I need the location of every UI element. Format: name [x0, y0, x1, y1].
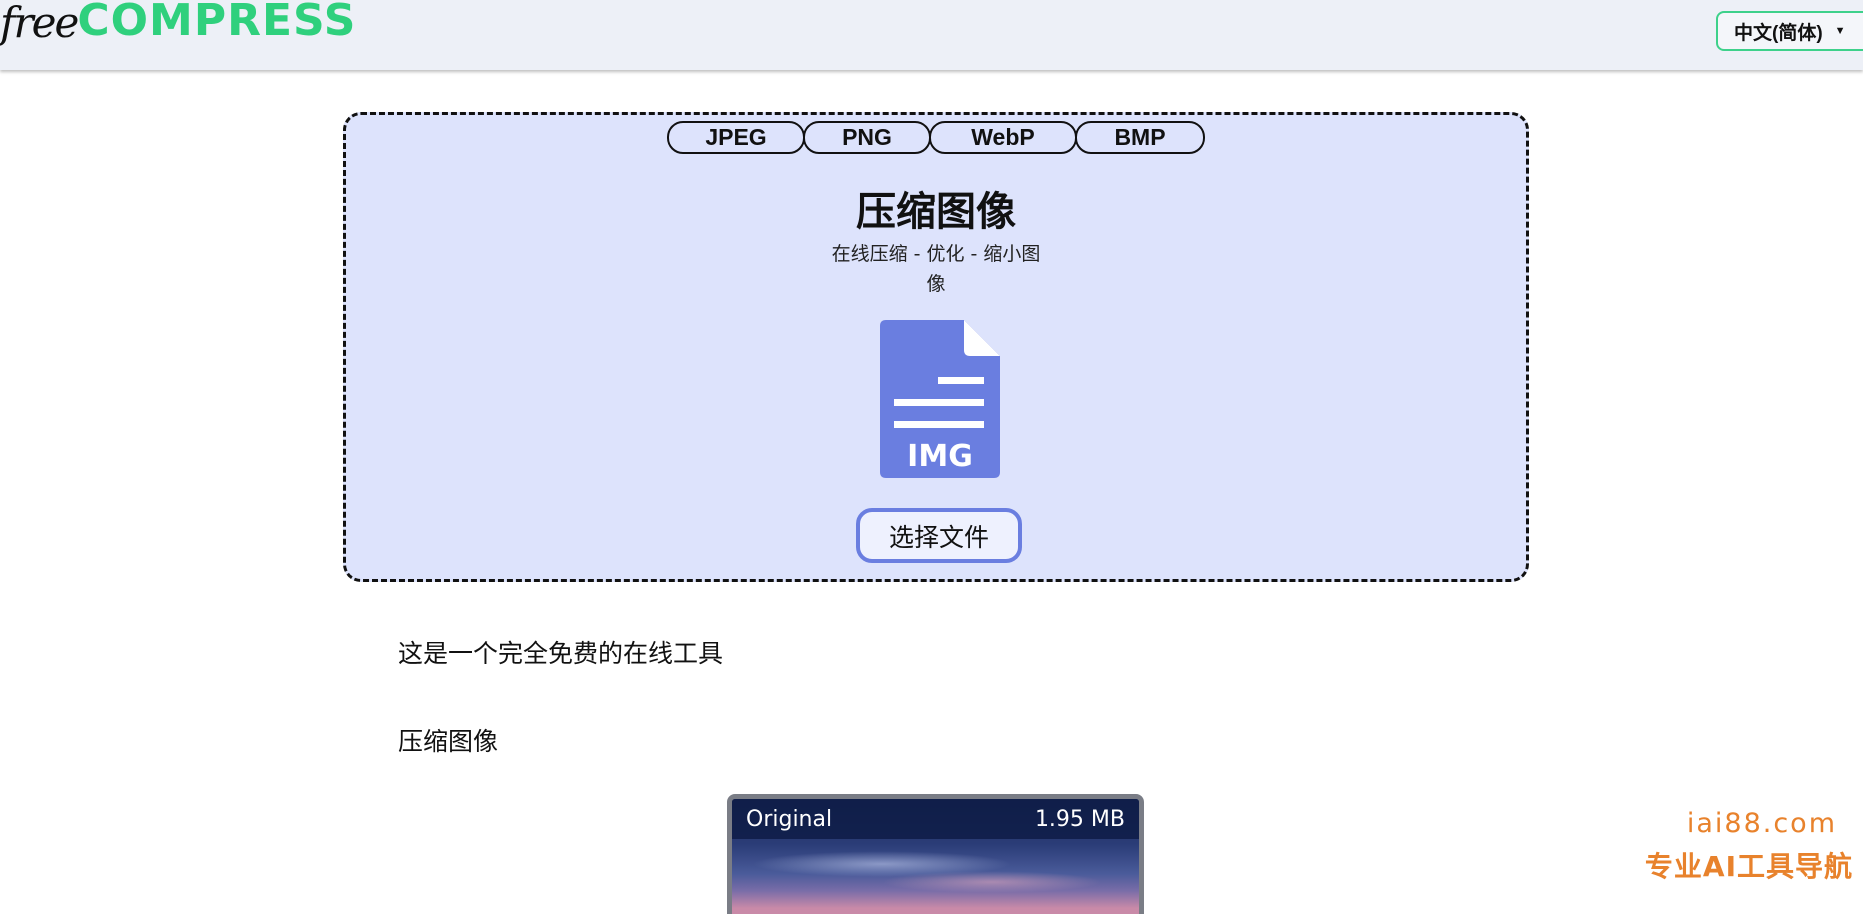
tab-png[interactable]: PNG [803, 121, 931, 154]
format-tabs: JPEG PNG WebP BMP [346, 121, 1526, 154]
tab-webp[interactable]: WebP [929, 121, 1077, 154]
preview-file-size: 1.95 MB [1034, 806, 1125, 832]
preview-info-bar: Original 1.95 MB [732, 799, 1139, 839]
logo-free-text: free [0, 0, 79, 47]
upload-dropzone[interactable]: JPEG PNG WebP BMP 压缩图像 在线压缩 - 优化 - 缩小图像 … [343, 112, 1529, 582]
image-file-icon: IMG [880, 320, 1000, 478]
language-value: 中文(简体) [1734, 22, 1823, 44]
description-text: 这是一个完全免费的在线工具 [398, 639, 724, 668]
chevron-down-icon: ▼ [1834, 25, 1846, 37]
choose-file-button[interactable]: 选择文件 [856, 508, 1022, 563]
preview-label: Original [746, 806, 833, 832]
top-header: free COMPRESS 中文(简体) ▼ [0, 0, 1863, 70]
upload-title: 压缩图像 [856, 189, 1016, 235]
language-select[interactable]: 中文(简体) ▼ [1716, 11, 1863, 51]
original-image-preview: Original 1.95 MB [727, 794, 1144, 914]
site-logo[interactable]: free COMPRESS [0, 0, 356, 60]
section-heading: 压缩图像 [398, 727, 499, 756]
upload-subtitle: 在线压缩 - 优化 - 缩小图像 [831, 243, 1041, 295]
watermark: iai88.com 专业AI工具导航 [1645, 808, 1853, 885]
watermark-domain: iai88.com [1686, 808, 1837, 839]
watermark-slogan: 专业AI工具导航 [1644, 850, 1853, 883]
tab-bmp[interactable]: BMP [1075, 121, 1205, 154]
logo-compress-text: COMPRESS [77, 0, 357, 46]
icon-label: IMG [907, 439, 973, 474]
tab-jpeg[interactable]: JPEG [667, 121, 805, 154]
